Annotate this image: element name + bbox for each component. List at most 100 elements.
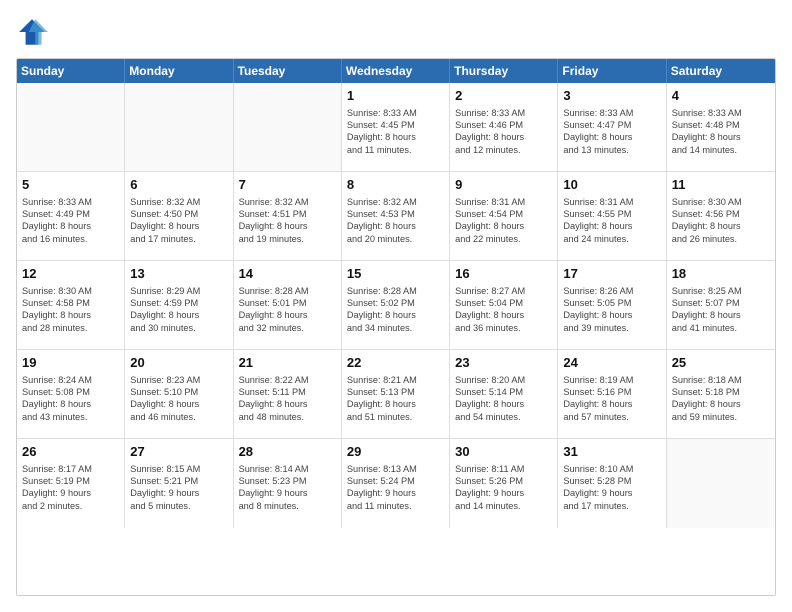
day-number: 13 — [130, 265, 227, 283]
day-number: 11 — [672, 176, 770, 194]
logo — [16, 16, 52, 48]
day-info: Sunrise: 8:31 AM Sunset: 4:54 PM Dayligh… — [455, 196, 552, 246]
logo-icon — [16, 16, 48, 48]
day-info: Sunrise: 8:33 AM Sunset: 4:46 PM Dayligh… — [455, 107, 552, 157]
calendar-cell: 3Sunrise: 8:33 AM Sunset: 4:47 PM Daylig… — [558, 83, 666, 171]
day-number: 16 — [455, 265, 552, 283]
weekday-header-thursday: Thursday — [450, 59, 558, 83]
calendar-cell: 17Sunrise: 8:26 AM Sunset: 5:05 PM Dayli… — [558, 261, 666, 349]
calendar-cell: 30 Sunrise: 8:11 AM Sunset: 5:26 PM Dayli… — [450, 439, 558, 528]
calendar-cell: 13Sunrise: 8:29 AM Sunset: 4:59 PM Dayli… — [125, 261, 233, 349]
day-info: Sunrise: 8:11 AM Sunset: 5:26 PM Dayligh… — [455, 463, 552, 513]
calendar-cell: 14 Sunrise: 8:28 AM Sunset: 5:01 PM Dayli… — [234, 261, 342, 349]
day-number: 6 — [130, 176, 227, 194]
page: SundayMondayTuesdayWednesdayThursdayFrid… — [0, 0, 792, 612]
calendar-cell: 10 Sunrise: 8:31 AM Sunset: 4:55 PM Dayli… — [558, 172, 666, 260]
day-info: Sunrise: 8:32 AM Sunset: 4:51 PM Dayligh… — [239, 196, 336, 246]
calendar-cell: 18 Sunrise: 8:25 AM Sunset: 5:07 PM Dayli… — [667, 261, 775, 349]
day-info: Sunrise: 8:33 AM Sunset: 4:49 PM Dayligh… — [22, 196, 119, 246]
day-info: Sunrise: 8:23 AM Sunset: 5:10 PM Dayligh… — [130, 374, 227, 424]
calendar-cell: 23 Sunrise: 8:20 AM Sunset: 5:14 PM Dayli… — [450, 350, 558, 438]
calendar-cell: 4 Sunrise: 8:33 AM Sunset: 4:48 PM Daylig… — [667, 83, 775, 171]
calendar-cell — [667, 439, 775, 528]
calendar-cell: 31Sunrise: 8:10 AM Sunset: 5:28 PM Dayli… — [558, 439, 666, 528]
day-info: Sunrise: 8:20 AM Sunset: 5:14 PM Dayligh… — [455, 374, 552, 424]
calendar-cell: 15 Sunrise: 8:28 AM Sunset: 5:02 PM Dayli… — [342, 261, 450, 349]
day-info: Sunrise: 8:33 AM Sunset: 4:48 PM Dayligh… — [672, 107, 770, 157]
header — [16, 16, 776, 48]
day-info: Sunrise: 8:14 AM Sunset: 5:23 PM Dayligh… — [239, 463, 336, 513]
weekday-header-saturday: Saturday — [667, 59, 775, 83]
calendar-cell — [17, 83, 125, 171]
calendar-cell: 25Sunrise: 8:18 AM Sunset: 5:18 PM Dayli… — [667, 350, 775, 438]
calendar-cell: 6 Sunrise: 8:32 AM Sunset: 4:50 PM Daylig… — [125, 172, 233, 260]
day-number: 17 — [563, 265, 660, 283]
day-number: 9 — [455, 176, 552, 194]
day-number: 28 — [239, 443, 336, 461]
weekday-header-wednesday: Wednesday — [342, 59, 450, 83]
calendar-cell: 28 Sunrise: 8:14 AM Sunset: 5:23 PM Dayli… — [234, 439, 342, 528]
day-info: Sunrise: 8:19 AM Sunset: 5:16 PM Dayligh… — [563, 374, 660, 424]
calendar-row-1: 5 Sunrise: 8:33 AM Sunset: 4:49 PM Daylig… — [17, 172, 775, 261]
day-number: 4 — [672, 87, 770, 105]
calendar: SundayMondayTuesdayWednesdayThursdayFrid… — [16, 58, 776, 596]
day-number: 15 — [347, 265, 444, 283]
day-number: 23 — [455, 354, 552, 372]
calendar-cell: 27Sunrise: 8:15 AM Sunset: 5:21 PM Dayli… — [125, 439, 233, 528]
day-number: 24 — [563, 354, 660, 372]
day-number: 21 — [239, 354, 336, 372]
calendar-cell: 21 Sunrise: 8:22 AM Sunset: 5:11 PM Dayli… — [234, 350, 342, 438]
day-number: 1 — [347, 87, 444, 105]
calendar-cell: 5 Sunrise: 8:33 AM Sunset: 4:49 PM Daylig… — [17, 172, 125, 260]
day-info: Sunrise: 8:33 AM Sunset: 4:47 PM Dayligh… — [563, 107, 660, 157]
calendar-row-2: 12 Sunrise: 8:30 AM Sunset: 4:58 PM Dayli… — [17, 261, 775, 350]
day-number: 25 — [672, 354, 770, 372]
day-info: Sunrise: 8:24 AM Sunset: 5:08 PM Dayligh… — [22, 374, 119, 424]
day-number: 26 — [22, 443, 119, 461]
calendar-cell — [125, 83, 233, 171]
day-number: 10 — [563, 176, 660, 194]
day-info: Sunrise: 8:33 AM Sunset: 4:45 PM Dayligh… — [347, 107, 444, 157]
weekday-header-friday: Friday — [558, 59, 666, 83]
day-number: 20 — [130, 354, 227, 372]
day-info: Sunrise: 8:28 AM Sunset: 5:01 PM Dayligh… — [239, 285, 336, 335]
day-info: Sunrise: 8:28 AM Sunset: 5:02 PM Dayligh… — [347, 285, 444, 335]
day-number: 30 — [455, 443, 552, 461]
day-info: Sunrise: 8:30 AM Sunset: 4:56 PM Dayligh… — [672, 196, 770, 246]
calendar-cell: 9 Sunrise: 8:31 AM Sunset: 4:54 PM Daylig… — [450, 172, 558, 260]
calendar-cell: 20 Sunrise: 8:23 AM Sunset: 5:10 PM Dayli… — [125, 350, 233, 438]
calendar-body: 1 Sunrise: 8:33 AM Sunset: 4:45 PM Daylig… — [17, 83, 775, 528]
day-info: Sunrise: 8:27 AM Sunset: 5:04 PM Dayligh… — [455, 285, 552, 335]
weekday-header-sunday: Sunday — [17, 59, 125, 83]
day-number: 12 — [22, 265, 119, 283]
day-number: 7 — [239, 176, 336, 194]
day-info: Sunrise: 8:25 AM Sunset: 5:07 PM Dayligh… — [672, 285, 770, 335]
day-number: 5 — [22, 176, 119, 194]
day-number: 8 — [347, 176, 444, 194]
day-number: 27 — [130, 443, 227, 461]
calendar-cell: 12 Sunrise: 8:30 AM Sunset: 4:58 PM Dayli… — [17, 261, 125, 349]
calendar-row-4: 26Sunrise: 8:17 AM Sunset: 5:19 PM Dayli… — [17, 439, 775, 528]
calendar-row-0: 1 Sunrise: 8:33 AM Sunset: 4:45 PM Daylig… — [17, 83, 775, 172]
day-number: 22 — [347, 354, 444, 372]
calendar-cell: 7 Sunrise: 8:32 AM Sunset: 4:51 PM Daylig… — [234, 172, 342, 260]
calendar-cell: 19Sunrise: 8:24 AM Sunset: 5:08 PM Dayli… — [17, 350, 125, 438]
calendar-cell: 16 Sunrise: 8:27 AM Sunset: 5:04 PM Dayli… — [450, 261, 558, 349]
weekday-header-tuesday: Tuesday — [234, 59, 342, 83]
day-info: Sunrise: 8:32 AM Sunset: 4:50 PM Dayligh… — [130, 196, 227, 246]
day-info: Sunrise: 8:13 AM Sunset: 5:24 PM Dayligh… — [347, 463, 444, 513]
day-info: Sunrise: 8:30 AM Sunset: 4:58 PM Dayligh… — [22, 285, 119, 335]
calendar-cell: 29 Sunrise: 8:13 AM Sunset: 5:24 PM Dayli… — [342, 439, 450, 528]
day-info: Sunrise: 8:22 AM Sunset: 5:11 PM Dayligh… — [239, 374, 336, 424]
day-number: 14 — [239, 265, 336, 283]
day-info: Sunrise: 8:31 AM Sunset: 4:55 PM Dayligh… — [563, 196, 660, 246]
calendar-row-3: 19Sunrise: 8:24 AM Sunset: 5:08 PM Dayli… — [17, 350, 775, 439]
day-info: Sunrise: 8:10 AM Sunset: 5:28 PM Dayligh… — [563, 463, 660, 513]
day-number: 18 — [672, 265, 770, 283]
calendar-header: SundayMondayTuesdayWednesdayThursdayFrid… — [17, 59, 775, 83]
calendar-cell: 22Sunrise: 8:21 AM Sunset: 5:13 PM Dayli… — [342, 350, 450, 438]
day-number: 29 — [347, 443, 444, 461]
day-info: Sunrise: 8:32 AM Sunset: 4:53 PM Dayligh… — [347, 196, 444, 246]
calendar-cell — [234, 83, 342, 171]
calendar-cell: 24 Sunrise: 8:19 AM Sunset: 5:16 PM Dayli… — [558, 350, 666, 438]
